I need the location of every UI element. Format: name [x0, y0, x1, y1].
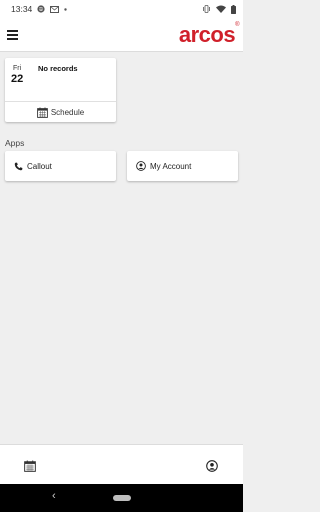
schedule-message: No records: [38, 64, 78, 73]
status-bar-right: [202, 4, 236, 14]
status-time: 13:34: [11, 4, 33, 14]
schedule-button-label: Schedule: [50, 107, 85, 117]
phone-icon: [14, 162, 23, 171]
brand-logo-text: arcos: [178, 22, 236, 47]
menu-button[interactable]: [7, 28, 21, 42]
spotify-icon: [37, 5, 45, 13]
user-circle-icon: [136, 161, 146, 171]
wifi-icon: [216, 5, 226, 13]
apps-section-label: Apps: [5, 138, 25, 148]
battery-icon: [231, 4, 236, 14]
home-pill-icon[interactable]: [113, 495, 131, 501]
hamburger-bar: [7, 38, 18, 41]
mail-icon: [50, 5, 60, 13]
my-account-app-button[interactable]: My Account: [127, 151, 238, 181]
user-circle-icon: [206, 460, 218, 472]
status-bar-left: 13:34: [11, 4, 67, 14]
hamburger-bar: [7, 34, 18, 36]
bottom-nav: [0, 444, 243, 484]
schedule-day-name: Fri: [13, 65, 22, 72]
app-header: arcos®: [0, 18, 243, 52]
callout-app-label: Callout: [27, 161, 52, 171]
schedule-day-number: 22: [11, 73, 24, 85]
schedule-card[interactable]: Fri 22 No records Schedule: [5, 58, 116, 122]
vibrate-icon: [202, 5, 211, 13]
system-nav-bar: ‹: [0, 484, 243, 512]
dot-icon: [64, 7, 67, 11]
schedule-button[interactable]: Schedule: [5, 101, 116, 122]
status-bar: 13:34: [0, 0, 243, 18]
nav-account-button[interactable]: [206, 459, 218, 477]
hamburger-bar: [7, 29, 18, 32]
brand-logo: arcos®: [178, 22, 240, 48]
nav-schedule-button[interactable]: [24, 459, 36, 477]
my-account-app-label: My Account: [150, 161, 192, 171]
brand-logo-mark: ®: [235, 22, 239, 28]
calendar-icon: [24, 460, 36, 472]
callout-app-button[interactable]: Callout: [5, 151, 116, 181]
back-icon[interactable]: ‹: [52, 490, 56, 502]
calendar-icon: [36, 107, 48, 118]
